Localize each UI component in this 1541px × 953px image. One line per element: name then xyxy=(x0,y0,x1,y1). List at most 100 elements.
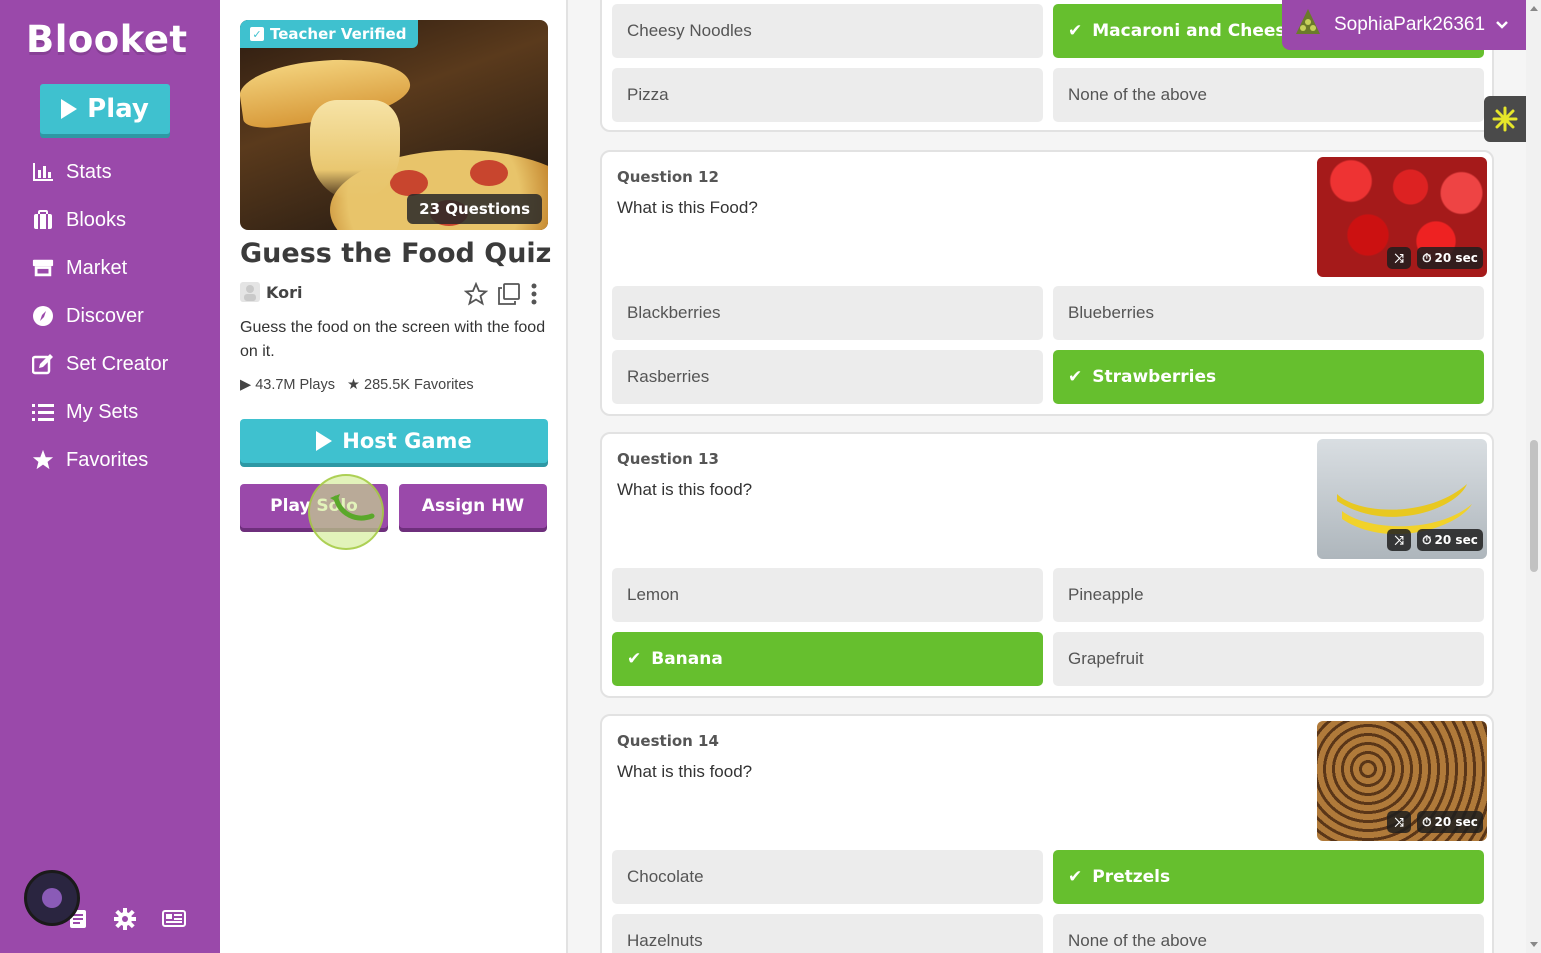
sidebar-item-label: Blooks xyxy=(66,208,127,231)
sidebar-item-label: Stats xyxy=(66,160,112,183)
question-image-pretzels: ⤨ ⏱ 20 sec xyxy=(1317,721,1487,841)
scrollbar[interactable] xyxy=(1526,0,1541,953)
question-card: Question 13 What is this food? ⤨ ⏱ 20 se… xyxy=(600,432,1494,698)
answer-option-correct: ✔ Pretzels xyxy=(1053,850,1484,904)
set-cover-image: ✓ Teacher Verified 23 Questions xyxy=(240,20,548,230)
user-menu[interactable]: SophiaPark26361 xyxy=(1282,0,1526,50)
answer-option: Pizza xyxy=(612,68,1043,122)
questions-area[interactable]: Cheesy Noodles ✔ Macaroni and Cheese Piz… xyxy=(568,0,1541,953)
scroll-up-arrow[interactable] xyxy=(1530,6,1538,11)
click-indicator xyxy=(308,474,384,550)
gear-icon[interactable] xyxy=(114,908,136,934)
question-image-strawberries: ⤨ ⏱ 20 sec xyxy=(1317,157,1487,277)
assign-hw-button[interactable]: Assign HW xyxy=(399,484,547,528)
record-dot-icon xyxy=(42,888,62,908)
question-card: Question 12 What is this Food? ⤨ ⏱ 20 se… xyxy=(600,150,1494,416)
answer-text: Macaroni and Cheese xyxy=(1092,21,1298,41)
shuffle-icon: ⤨ xyxy=(1387,811,1411,833)
teacher-verified-badge: ✓ Teacher Verified xyxy=(240,20,419,48)
sidebar-item-favorites[interactable]: Favorites xyxy=(0,436,220,484)
question-number: Question 12 xyxy=(617,168,719,186)
answer-text: None of the above xyxy=(1068,85,1207,104)
play-icon xyxy=(61,99,78,119)
plays-stat: ▶ 43.7M Plays xyxy=(240,377,335,393)
host-game-label: Host Game xyxy=(342,429,472,453)
pepperoni-shape xyxy=(390,170,428,196)
answer-text: None of the above xyxy=(1068,931,1207,950)
more-options-icon[interactable] xyxy=(530,283,538,309)
sidebar-item-blooks[interactable]: Blooks xyxy=(0,196,220,244)
sidebar: Blooket Play Stats Blooks Market Discove… xyxy=(0,0,220,953)
set-info-panel: ✓ Teacher Verified 23 Questions Guess th… xyxy=(220,0,568,953)
newspaper-icon[interactable] xyxy=(162,908,186,932)
answer-text: Hazelnuts xyxy=(627,931,703,950)
scroll-thumb[interactable] xyxy=(1530,440,1538,572)
author-name: Kori xyxy=(266,282,303,302)
recording-widget[interactable] xyxy=(24,870,80,926)
answer-option: Chocolate xyxy=(612,850,1043,904)
answer-option: Blackberries xyxy=(612,286,1043,340)
question-number: Question 14 xyxy=(617,732,719,750)
author-avatar xyxy=(240,282,260,302)
answer-option: Pineapple xyxy=(1053,568,1484,622)
sidebar-nav: Stats Blooks Market Discover Set Creator xyxy=(0,148,220,484)
time-label: 20 sec xyxy=(1434,533,1478,547)
extension-widget[interactable] xyxy=(1484,96,1526,142)
blooket-logo[interactable]: Blooket xyxy=(26,18,188,61)
question-image-banana: ⤨ ⏱ 20 sec xyxy=(1317,439,1487,559)
shuffle-icon: ⤨ xyxy=(1387,529,1411,551)
sidebar-item-label: Set Creator xyxy=(66,352,169,375)
set-title: Guess the Food Quiz xyxy=(240,238,552,269)
timer-icon: ⏱ xyxy=(1422,250,1432,265)
sidebar-item-stats[interactable]: Stats xyxy=(0,148,220,196)
check-icon: ✔ xyxy=(627,649,642,669)
set-creator-icon xyxy=(32,353,54,375)
answer-text: Strawberries xyxy=(1092,367,1217,387)
assign-hw-label: Assign HW xyxy=(421,496,525,516)
host-game-button[interactable]: Host Game xyxy=(240,419,548,463)
stats-icon xyxy=(32,161,54,183)
verified-label: Teacher Verified xyxy=(270,25,407,43)
star-icon xyxy=(32,449,54,471)
time-label: 20 sec xyxy=(1434,815,1478,829)
answer-text: Blackberries xyxy=(627,303,721,322)
shuffle-icon: ⤨ xyxy=(1387,247,1411,269)
favorite-star-icon[interactable] xyxy=(463,281,489,310)
answer-option: Cheesy Noodles xyxy=(612,4,1043,58)
sidebar-item-label: Favorites xyxy=(66,448,149,471)
market-icon xyxy=(32,257,54,279)
scroll-down-arrow[interactable] xyxy=(1530,942,1538,947)
answer-text: Blueberries xyxy=(1068,303,1154,322)
sidebar-item-market[interactable]: Market xyxy=(0,244,220,292)
sidebar-item-discover[interactable]: Discover xyxy=(0,292,220,340)
answer-text: Pizza xyxy=(627,85,669,104)
answer-text: Chocolate xyxy=(627,867,704,886)
answer-text: Rasberries xyxy=(627,367,710,386)
timer-icon: ⏱ xyxy=(1422,814,1432,829)
check-icon: ✔ xyxy=(1068,367,1083,387)
answer-option-correct: ✔ Banana xyxy=(612,632,1043,686)
favorites-stat: ★ 285.5K Favorites xyxy=(346,377,474,393)
plays-count: 43.7M Plays xyxy=(255,377,335,393)
answer-option: Blueberries xyxy=(1053,286,1484,340)
answer-text: Lemon xyxy=(627,585,679,604)
answer-text: Banana xyxy=(651,649,723,669)
sidebar-item-set-creator[interactable]: Set Creator xyxy=(0,340,220,388)
sidebar-item-my-sets[interactable]: My Sets xyxy=(0,388,220,436)
blooks-icon xyxy=(32,209,54,231)
question-card: Question 14 What is this food? ⤨ ⏱ 20 se… xyxy=(600,714,1494,953)
check-icon: ✔ xyxy=(1068,21,1083,41)
answer-text: Cheesy Noodles xyxy=(627,21,752,40)
question-count-badge: 23 Questions xyxy=(407,194,542,224)
set-stats: ▶ 43.7M Plays ★ 285.5K Favorites xyxy=(240,377,474,393)
sidebar-item-label: Market xyxy=(66,256,128,279)
question-text: What is this food? xyxy=(617,762,753,781)
asterisk-icon xyxy=(1492,106,1518,132)
duplicate-icon[interactable] xyxy=(498,283,520,309)
favorites-count: 285.5K Favorites xyxy=(364,377,474,393)
answer-option-correct: ✔ Strawberries xyxy=(1053,350,1484,404)
set-author[interactable]: Kori xyxy=(240,282,302,302)
timer-icon: ⏱ xyxy=(1422,532,1432,547)
answer-option: None of the above xyxy=(1053,68,1484,122)
play-button[interactable]: Play xyxy=(40,84,170,134)
